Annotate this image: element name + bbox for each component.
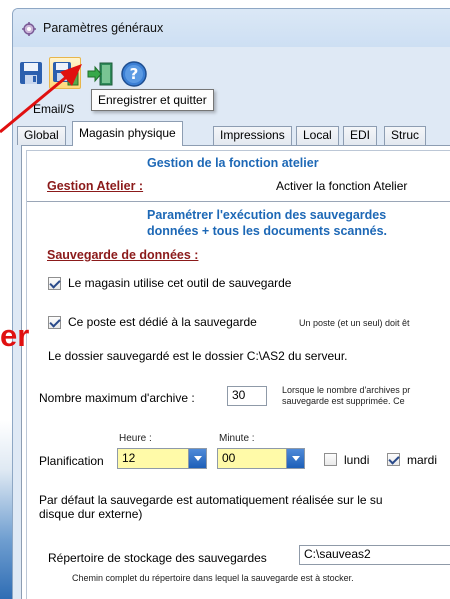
- svg-text:?: ?: [130, 65, 139, 83]
- help-icon: ?: [121, 61, 147, 87]
- storage-label: Répertoire de stockage des sauvegardes: [48, 551, 267, 565]
- help-button[interactable]: ?: [117, 57, 149, 89]
- minute-select[interactable]: 00: [217, 448, 305, 469]
- email-tab-label: Email/S: [33, 102, 75, 116]
- storage-path-input[interactable]: C:\sauveas2: [299, 545, 450, 565]
- day-mardi-label: mardi: [407, 453, 438, 467]
- desktop-background: [0, 0, 12, 599]
- divider: [27, 201, 450, 202]
- backup-header-line1: Paramétrer l'exécution des sauvegardes: [147, 208, 387, 222]
- title-bar[interactable]: Paramètres généraux: [13, 9, 450, 47]
- panel-inner-frame: Gestion de la fonction atelier Gestion A…: [26, 150, 450, 599]
- tab-strip: Global Magasin physique Impressions Loca…: [13, 121, 450, 146]
- atelier-label: Gestion Atelier :: [47, 179, 144, 193]
- exit-button[interactable]: [83, 57, 115, 89]
- default-note-line1: Par défaut la sauvegarde est automatique…: [39, 493, 383, 507]
- default-note-line2: disque dur externe): [39, 507, 143, 521]
- store-uses-tool-checkbox[interactable]: [48, 277, 61, 290]
- tooltip: Enregistrer et quitter: [91, 89, 214, 111]
- heure-value: 12: [122, 451, 136, 465]
- tab-magasin-physique[interactable]: Magasin physique: [72, 121, 183, 146]
- tab-local[interactable]: Local: [296, 126, 339, 145]
- minute-value: 00: [222, 451, 236, 465]
- tab-panel: Gestion de la fonction atelier Gestion A…: [21, 145, 450, 599]
- post-dedicated-checkbox[interactable]: [48, 316, 61, 329]
- day-lundi-label: lundi: [344, 453, 370, 467]
- planification-label: Planification: [39, 454, 104, 468]
- atelier-option[interactable]: Activer la fonction Atelier: [276, 179, 407, 193]
- settings-window: Paramètres généraux ? Email/S Global Mag…: [12, 8, 450, 599]
- folder-info: Le dossier sauvegardé est le dossier C:\…: [48, 349, 348, 363]
- save-button[interactable]: [15, 57, 47, 89]
- minute-label: Minute :: [219, 433, 255, 444]
- toolbar: ?: [13, 47, 450, 91]
- tab-structure[interactable]: Struc: [384, 126, 427, 145]
- post-dedicated-note: Un poste (et un seul) doit êt: [299, 318, 410, 328]
- tab-impressions[interactable]: Impressions: [213, 126, 292, 145]
- atelier-header: Gestion de la fonction atelier: [147, 156, 319, 170]
- tab-edi[interactable]: EDI: [343, 126, 378, 145]
- annotation-text: er: [0, 318, 30, 353]
- heure-select[interactable]: 12: [117, 448, 207, 469]
- save-icon: [20, 62, 42, 84]
- backup-label: Sauvegarde de données :: [47, 248, 199, 262]
- max-archive-label: Nombre maximum d'archive :: [39, 391, 195, 405]
- max-archive-note-1: Lorsque le nombre d'archives pr: [282, 385, 411, 395]
- max-archive-input[interactable]: 30: [227, 386, 267, 406]
- post-dedicated-label: Ce poste est dédié à la sauvegarde: [68, 315, 257, 329]
- max-archive-note-2: sauvegarde est supprimée. Ce: [282, 396, 405, 406]
- chevron-down-icon[interactable]: [286, 449, 304, 468]
- day-mardi-checkbox[interactable]: [387, 453, 400, 466]
- store-uses-tool-label: Le magasin utilise cet outil de sauvegar…: [68, 276, 292, 290]
- gear-icon: [22, 22, 36, 36]
- day-lundi-checkbox[interactable]: [324, 453, 337, 466]
- storage-hint: Chemin complet du répertoire dans lequel…: [72, 573, 354, 583]
- heure-label: Heure :: [119, 433, 152, 444]
- tab-global[interactable]: Global: [17, 126, 66, 145]
- backup-header-line2: données + tous les documents scannés.: [147, 224, 388, 238]
- window-title: Paramètres généraux: [43, 21, 164, 35]
- save-and-quit-button[interactable]: [49, 57, 81, 89]
- exit-icon: [87, 62, 113, 86]
- chevron-down-icon[interactable]: [188, 449, 206, 468]
- save-and-quit-icon: [53, 62, 79, 86]
